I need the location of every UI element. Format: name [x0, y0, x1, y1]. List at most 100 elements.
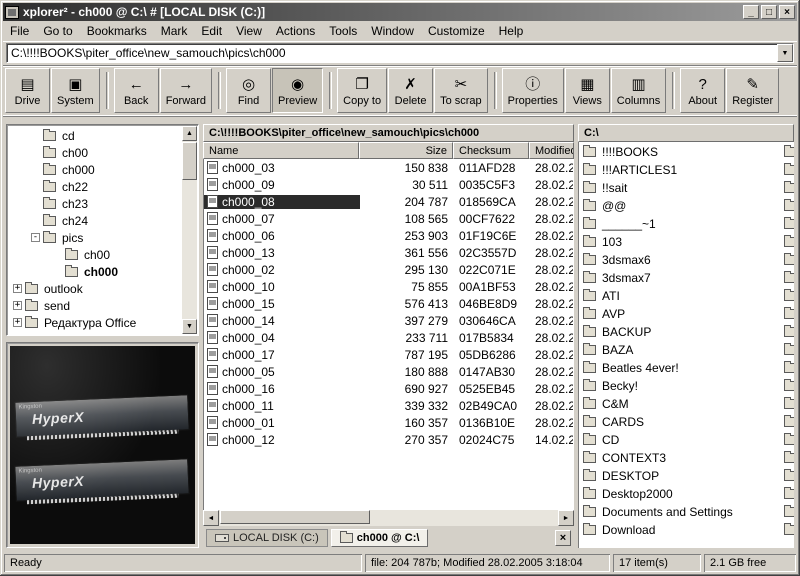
folder-item[interactable]: DESKTOP	[579, 467, 794, 485]
tree-item[interactable]: - pics	[9, 229, 181, 246]
menu-item[interactable]: View	[229, 22, 269, 40]
scroll-up-button[interactable]: ▲	[182, 126, 197, 141]
file-row[interactable]: ch000_11 339 332 02B49CA0 28.02.2005	[204, 397, 573, 414]
properties-button[interactable]: ⓘ Properties	[502, 68, 564, 113]
column-header-size[interactable]: Size	[359, 142, 453, 159]
tree-expander-icon[interactable]: +	[13, 301, 22, 310]
tree-item[interactable]: ch000	[9, 161, 181, 178]
folder-item[interactable]: Download	[579, 521, 794, 539]
columns-button[interactable]: ▥ Columns	[611, 68, 666, 113]
tree-item[interactable]: ch24	[9, 212, 181, 229]
scroll-right-button[interactable]: ►	[558, 510, 574, 526]
tree-item[interactable]: + Редактура Office	[9, 314, 181, 331]
tree-item[interactable]: cd	[9, 127, 181, 144]
tree-expander-icon[interactable]: +	[13, 318, 22, 327]
folder-item[interactable]: !!!ARTICLES1	[579, 161, 794, 179]
menu-item[interactable]: File	[3, 22, 36, 40]
folder-item[interactable]: Desktop2000	[579, 485, 794, 503]
file-row[interactable]: ch000_06 253 903 01F19C6E 28.02.2005	[204, 227, 573, 244]
file-row[interactable]: ch000_15 576 413 046BE8D9 28.02.2005	[204, 295, 573, 312]
title-bar[interactable]: xplorer² - ch000 @ C:\ # [LOCAL DISK (C:…	[3, 3, 797, 21]
about-button[interactable]: ? About	[680, 68, 725, 113]
menu-item[interactable]: Window	[364, 22, 421, 40]
column-header-modified[interactable]: Modified	[529, 142, 574, 159]
folder-item[interactable]: Beatles 4ever!	[579, 359, 794, 377]
file-row[interactable]: ch000_08 204 787 018569CA 28.02.2005	[204, 193, 573, 210]
address-input[interactable]: C:\!!!!BOOKS\piter_office\new_samouch\pi…	[7, 44, 777, 62]
file-row[interactable]: ch000_02 295 130 022C071E 28.02.2005	[204, 261, 573, 278]
menu-item[interactable]: Bookmarks	[80, 22, 154, 40]
folder-item[interactable]: 103	[579, 233, 794, 251]
delete-button[interactable]: ✗ Delete	[388, 68, 433, 113]
tree-item[interactable]: ch22	[9, 178, 181, 195]
folder-item[interactable]: BACKUP	[579, 323, 794, 341]
file-row[interactable]: ch000_01 160 357 0136B10E 28.02.2005	[204, 414, 573, 431]
chevron-down-icon[interactable]: ▼	[777, 44, 793, 62]
tree-item[interactable]: ch000	[9, 263, 181, 280]
forward-button[interactable]: → Forward	[160, 68, 212, 113]
file-row[interactable]: ch000_16 690 927 0525EB45 28.02.2005	[204, 380, 573, 397]
file-row[interactable]: ch000_03 150 838 011AFD28 28.02.2005	[204, 159, 573, 176]
menu-item[interactable]: Go to	[36, 22, 79, 40]
drive-button[interactable]: ▤ Drive	[5, 68, 50, 113]
pane-tab[interactable]: LOCAL DISK (C:)	[206, 529, 328, 547]
copy-to-button[interactable]: ❐ Copy to	[337, 68, 387, 113]
file-row[interactable]: ch000_17 787 195 05DB6286 28.02.2005	[204, 346, 573, 363]
column-header-checksum[interactable]: Checksum	[453, 142, 529, 159]
folder-item[interactable]: 3dsmax6	[579, 251, 794, 269]
menu-item[interactable]: Mark	[154, 22, 195, 40]
scrollbar-track[interactable]	[219, 510, 558, 526]
minimize-button[interactable]: _	[743, 5, 759, 19]
file-row[interactable]: ch000_09 30 511 0035C5F3 28.02.2005	[204, 176, 573, 193]
tree-expander-icon[interactable]: +	[13, 284, 22, 293]
file-row[interactable]: ch000_05 180 888 0147AB30 28.02.2005	[204, 363, 573, 380]
folder-item[interactable]: CARDS	[579, 413, 794, 431]
file-row[interactable]: ch000_07 108 565 00CF7622 28.02.2005	[204, 210, 573, 227]
folder-item[interactable]: @@	[579, 197, 794, 215]
tree-item[interactable]: ch00	[9, 144, 181, 161]
find-button[interactable]: ◎ Find	[226, 68, 271, 113]
folder-item[interactable]: 3dsmax7	[579, 269, 794, 287]
address-combo[interactable]: C:\!!!!BOOKS\piter_office\new_samouch\pi…	[6, 43, 794, 63]
maximize-button[interactable]: □	[761, 5, 777, 19]
folder-item[interactable]: Documents and Settings	[579, 503, 794, 521]
folder-item[interactable]: ATI	[579, 287, 794, 305]
tree-item[interactable]: ch23	[9, 195, 181, 212]
preview-button[interactable]: ◉ Preview	[272, 68, 323, 113]
scroll-left-button[interactable]: ◄	[203, 510, 219, 526]
views-button[interactable]: ▦ Views	[565, 68, 610, 113]
menu-item[interactable]: Actions	[269, 22, 322, 40]
menu-item[interactable]: Edit	[194, 22, 229, 40]
file-row[interactable]: ch000_10 75 855 00A1BF53 28.02.2005	[204, 278, 573, 295]
file-row[interactable]: ch000_14 397 279 030646CA 28.02.2005	[204, 312, 573, 329]
folder-item[interactable]: !!sait	[579, 179, 794, 197]
folder-item[interactable]: CONTEXT3	[579, 449, 794, 467]
menu-item[interactable]: Tools	[322, 22, 364, 40]
scrollbar-track[interactable]	[182, 141, 197, 319]
drive-pane-caption[interactable]: C:\	[578, 124, 794, 142]
tree-item[interactable]: ch00	[9, 246, 181, 263]
column-header-name[interactable]: Name	[203, 142, 359, 159]
file-pane-caption[interactable]: C:\!!!!BOOKS\piter_office\new_samouch\pi…	[203, 124, 574, 142]
tab-close-button[interactable]: ×	[555, 530, 571, 546]
tree-item[interactable]: + outlook	[9, 280, 181, 297]
close-button[interactable]: ×	[779, 5, 795, 19]
file-row[interactable]: ch000_04 233 711 017B5834 28.02.2005	[204, 329, 573, 346]
back-button[interactable]: ← Back	[114, 68, 159, 113]
folder-item[interactable]: CD	[579, 431, 794, 449]
menu-item[interactable]: Help	[492, 22, 531, 40]
system-button[interactable]: ▣ System	[51, 68, 100, 113]
to-scrap-button[interactable]: ✂ To scrap	[434, 68, 488, 113]
register-button[interactable]: ✎ Register	[726, 68, 779, 113]
folder-item[interactable]: ______~1	[579, 215, 794, 233]
scrollbar-thumb[interactable]	[182, 142, 197, 180]
tree-item[interactable]: + send	[9, 297, 181, 314]
file-row[interactable]: ch000_12 270 357 02024C75 14.02.2005	[204, 431, 573, 448]
tree-expander-icon[interactable]: -	[31, 233, 40, 242]
menu-item[interactable]: Customize	[421, 22, 492, 40]
file-row[interactable]: ch000_13 361 556 02C3557D 28.02.2005	[204, 244, 573, 261]
scroll-down-button[interactable]: ▼	[182, 319, 197, 334]
pane-tab[interactable]: ch000 @ C:\	[331, 529, 429, 547]
folder-item[interactable]: AVP	[579, 305, 794, 323]
folder-item[interactable]: !!!!BOOKS	[579, 143, 794, 161]
